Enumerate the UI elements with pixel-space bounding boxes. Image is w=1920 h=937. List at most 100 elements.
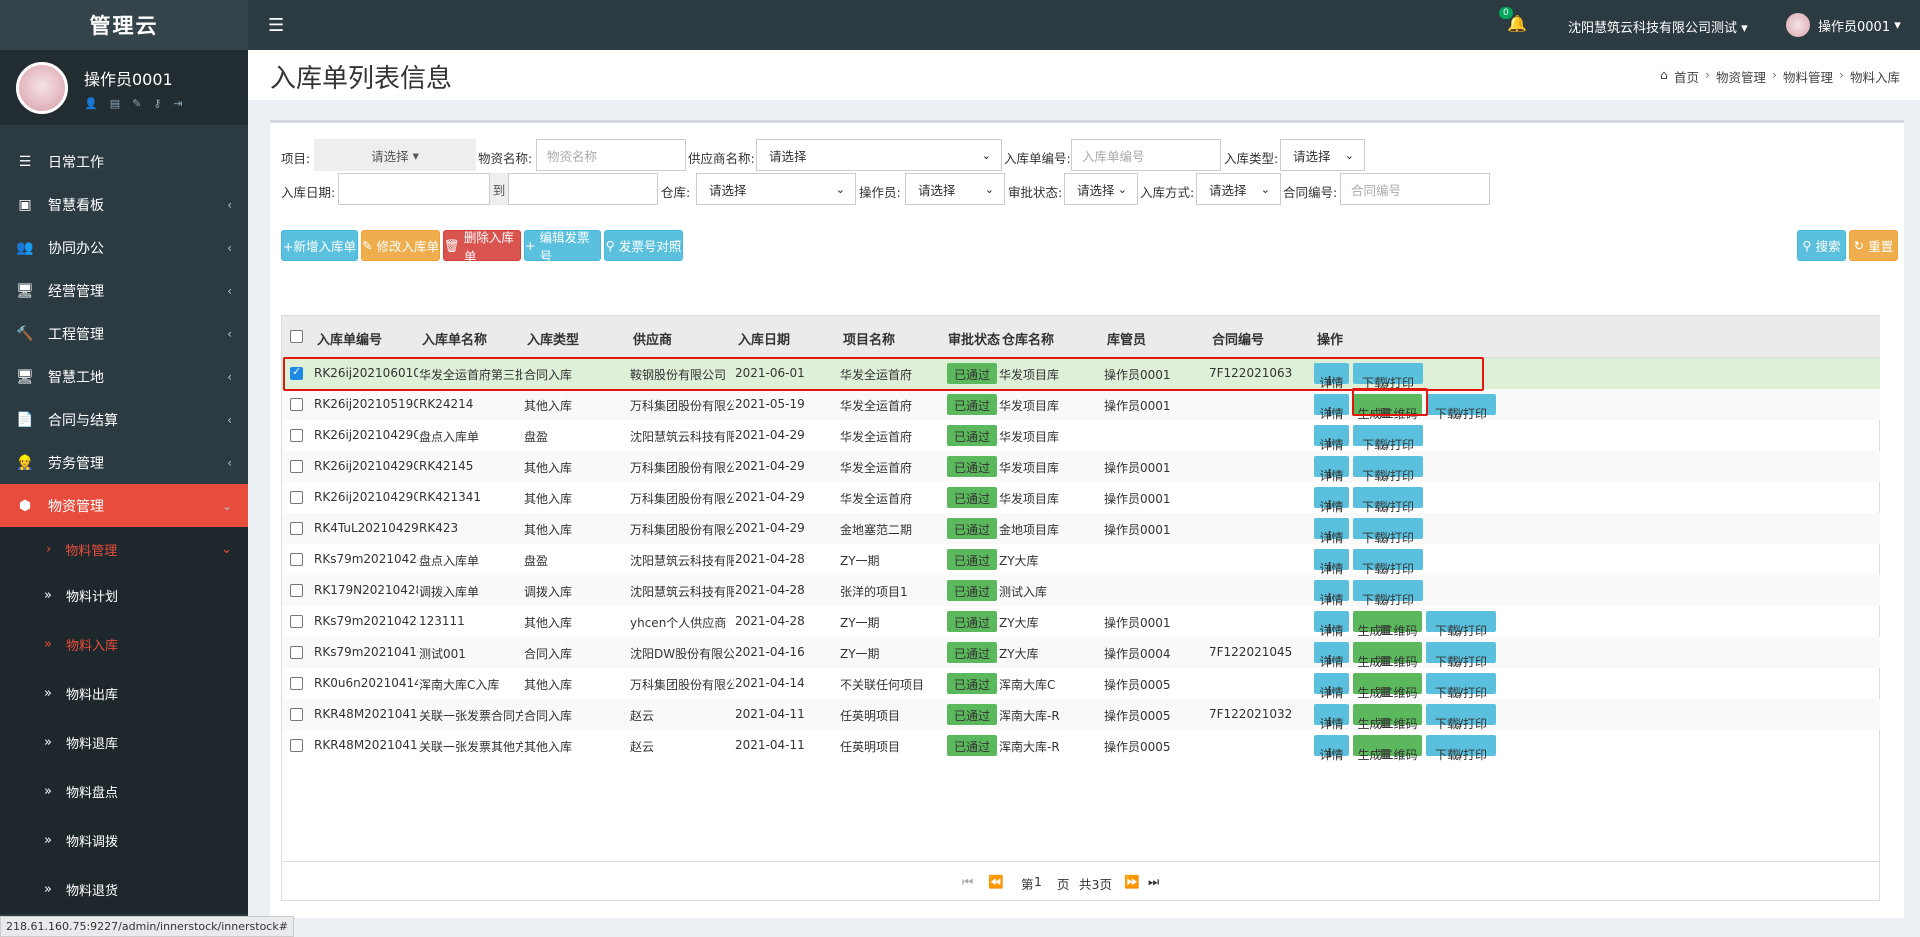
- table-row[interactable]: RK179N202104280001调拨入库单 调拨入库 沈阳慧筑云科技有限公司20…: [282, 575, 1880, 607]
- detail-button[interactable]: ℹ 详情: [1314, 487, 1349, 514]
- download-print-button[interactable]: ⤓ 下载/打印: [1426, 611, 1496, 638]
- method-select[interactable]: 请选择 ⌄: [1196, 173, 1281, 205]
- detail-button[interactable]: ℹ 详情: [1314, 425, 1349, 452]
- table-row[interactable]: RK26ij202104290001RK421341 其他入库 万科集团股份有限公司…: [282, 482, 1880, 514]
- table-row[interactable]: RKR48M202104110001关联一张发票其他方式入库其他入库 赵云 2021…: [282, 730, 1880, 762]
- warehouse-select[interactable]: 请选择 ⌄: [696, 173, 856, 205]
- first-page-icon[interactable]: ⏮: [962, 874, 973, 890]
- app-logo[interactable]: 管理云: [0, 0, 248, 50]
- sidebar-subitem[interactable]: » 物料出库: [0, 669, 248, 718]
- detail-button[interactable]: ℹ 详情: [1314, 518, 1349, 545]
- sidebar-item[interactable]: 🖥 经营管理 ‹: [0, 269, 248, 312]
- sidebar-item[interactable]: ☰ 日常工作: [0, 140, 248, 183]
- download-print-button[interactable]: ⤓ 下载/打印: [1353, 425, 1423, 452]
- operator-select[interactable]: 请选择 ⌄: [905, 173, 1005, 205]
- row-checkbox[interactable]: [290, 429, 303, 442]
- breadcrumb-item[interactable]: 物料管理: [1783, 67, 1833, 86]
- select-all-checkbox[interactable]: [290, 330, 303, 343]
- date-to-input[interactable]: [508, 173, 658, 205]
- sidebar-subitem[interactable]: » 物料计划: [0, 571, 248, 620]
- sidebar-item[interactable]: 🔨 工程管理 ‹: [0, 312, 248, 355]
- download-print-button[interactable]: ⤓ 下载/打印: [1426, 735, 1496, 762]
- download-print-button[interactable]: ⤓ 下载/打印: [1353, 456, 1423, 483]
- generate-qr-button[interactable]: ▦ 生成二维码: [1353, 735, 1422, 762]
- detail-button[interactable]: ℹ 详情: [1314, 673, 1349, 700]
- edit-icon[interactable]: ✎: [132, 97, 141, 110]
- sidebar-subitem[interactable]: » 物料调拨: [0, 816, 248, 865]
- table-row[interactable]: RKR48M202104110002关联一张发票合同方式入库合同入库 赵云 2021…: [282, 699, 1880, 731]
- row-checkbox[interactable]: [290, 739, 303, 752]
- download-print-button[interactable]: ⤓ 下载/打印: [1426, 642, 1496, 669]
- bell-icon[interactable]: 🔔 0: [1499, 7, 1527, 33]
- table-row[interactable]: RK4TuL202104290001RK423 其他入库 万科集团股份有限公司202…: [282, 513, 1880, 545]
- detail-button[interactable]: ℹ 详情: [1314, 642, 1349, 669]
- detail-button[interactable]: ℹ 详情: [1314, 611, 1349, 638]
- edit-invoice-button[interactable]: + 编辑发票号: [524, 230, 601, 264]
- logout-icon[interactable]: ⇥: [173, 97, 182, 110]
- table-row[interactable]: RK26ij202104290002RK42145 其他入库 万科集团股份有限公司2…: [282, 451, 1880, 483]
- sidebar-item[interactable]: 🖥 智慧工地 ‹: [0, 355, 248, 398]
- sidebar-item[interactable]: 📄 合同与结算 ‹: [0, 398, 248, 441]
- generate-qr-button[interactable]: ▦ 生成二维码: [1353, 704, 1422, 731]
- edit-stock-button[interactable]: ✎ 修改入库单: [361, 230, 440, 261]
- sidebar-subitem[interactable]: » 物料盘点: [0, 767, 248, 816]
- detail-button[interactable]: ℹ 详情: [1314, 704, 1349, 731]
- detail-button[interactable]: ℹ 详情: [1314, 735, 1349, 762]
- date-from-input[interactable]: [338, 173, 490, 205]
- row-checkbox[interactable]: [290, 646, 303, 659]
- contract-input[interactable]: 合同编号: [1340, 173, 1490, 205]
- breadcrumb-item[interactable]: 物资管理: [1716, 67, 1766, 86]
- project-select[interactable]: 请选择 ▾: [314, 139, 476, 171]
- stock-no-input[interactable]: 入库单编号: [1071, 139, 1221, 171]
- invoice-compare-button[interactable]: ⚲ 发票号对照: [604, 230, 683, 261]
- page-number-input[interactable]: 1: [1034, 874, 1042, 889]
- row-checkbox[interactable]: [290, 615, 303, 628]
- add-stock-button[interactable]: +新增入库单: [281, 230, 358, 261]
- table-row[interactable]: RK0u6n202104140001浑南大库C入库 其他入库 万科集团股份有限公司2…: [282, 668, 1880, 700]
- id-card-icon[interactable]: ▤: [110, 97, 120, 110]
- generate-qr-button[interactable]: ▦ 生成二维码: [1353, 642, 1422, 669]
- type-select[interactable]: 请选择 ⌄: [1280, 139, 1365, 171]
- download-print-button[interactable]: ⤓ 下载/打印: [1426, 673, 1496, 700]
- sidebar-item[interactable]: ▣ 智慧看板 ‹: [0, 183, 248, 226]
- row-checkbox[interactable]: [290, 584, 303, 597]
- detail-button[interactable]: ℹ 详情: [1314, 456, 1349, 483]
- download-print-button[interactable]: ⤓ 下载/打印: [1353, 487, 1423, 514]
- table-row[interactable]: RKs79m202104280001123111 其他入库 yhcen个人供应商 20…: [282, 606, 1880, 638]
- user-dropdown[interactable]: 操作员0001 ▾: [1786, 13, 1901, 37]
- supplier-select[interactable]: 请选择 ⌄: [756, 139, 1002, 171]
- sidebar-subitem[interactable]: » 物料入库: [0, 620, 248, 669]
- row-checkbox[interactable]: [290, 460, 303, 473]
- prev-page-icon[interactable]: ⏪: [988, 874, 1004, 890]
- detail-button[interactable]: ℹ 详情: [1314, 549, 1349, 576]
- approval-select[interactable]: 请选择 ⌄: [1064, 173, 1138, 205]
- row-checkbox[interactable]: [290, 491, 303, 504]
- sidebar-item[interactable]: 👥 协同办公 ‹: [0, 226, 248, 269]
- sidebar-subitem-material[interactable]: › 物料管理 ⌄: [0, 527, 248, 571]
- row-checkbox[interactable]: [290, 708, 303, 721]
- delete-stock-button[interactable]: 🗑 删除入库单: [443, 230, 521, 264]
- row-checkbox[interactable]: [290, 553, 303, 566]
- next-page-icon[interactable]: ⏩: [1124, 874, 1140, 890]
- sidebar-subitem[interactable]: » 物料退库: [0, 718, 248, 767]
- material-input[interactable]: 物资名称: [536, 139, 686, 171]
- download-print-button[interactable]: ⤓ 下载/打印: [1426, 394, 1496, 421]
- key-icon[interactable]: ⚷: [153, 97, 161, 110]
- reset-button[interactable]: ↻ 重置: [1849, 230, 1898, 261]
- row-checkbox[interactable]: [290, 398, 303, 411]
- sidebar-item[interactable]: ⬢ 物资管理 ⌄: [0, 484, 248, 527]
- breadcrumb-home[interactable]: 首页: [1674, 67, 1699, 86]
- table-row[interactable]: RK26ij202104290003盘点入库单 盘盈 沈阳慧筑云科技有限公司2021…: [282, 420, 1880, 452]
- row-checkbox[interactable]: [290, 522, 303, 535]
- generate-qr-button[interactable]: ▦ 生成二维码: [1353, 611, 1422, 638]
- row-checkbox[interactable]: [290, 677, 303, 690]
- company-dropdown[interactable]: 沈阳慧筑云科技有限公司测试 ▾: [1568, 17, 1748, 36]
- download-print-button[interactable]: ⤓ 下载/打印: [1426, 704, 1496, 731]
- table-row[interactable]: RK26ij202105190001RK24214 其他入库 万科集团股份有限公司2…: [282, 389, 1880, 421]
- sidebar-item[interactable]: 👷 劳务管理 ‹: [0, 441, 248, 484]
- generate-qr-button[interactable]: ▦ 生成二维码: [1353, 673, 1422, 700]
- detail-button[interactable]: ℹ 详情: [1314, 394, 1349, 421]
- menu-toggle-icon[interactable]: ☰: [268, 15, 284, 36]
- download-print-button[interactable]: ⤓ 下载/打印: [1353, 518, 1423, 545]
- table-row[interactable]: RKs79m202104280002盘点入库单 盘盈 沈阳慧筑云科技有限公司2021…: [282, 544, 1880, 576]
